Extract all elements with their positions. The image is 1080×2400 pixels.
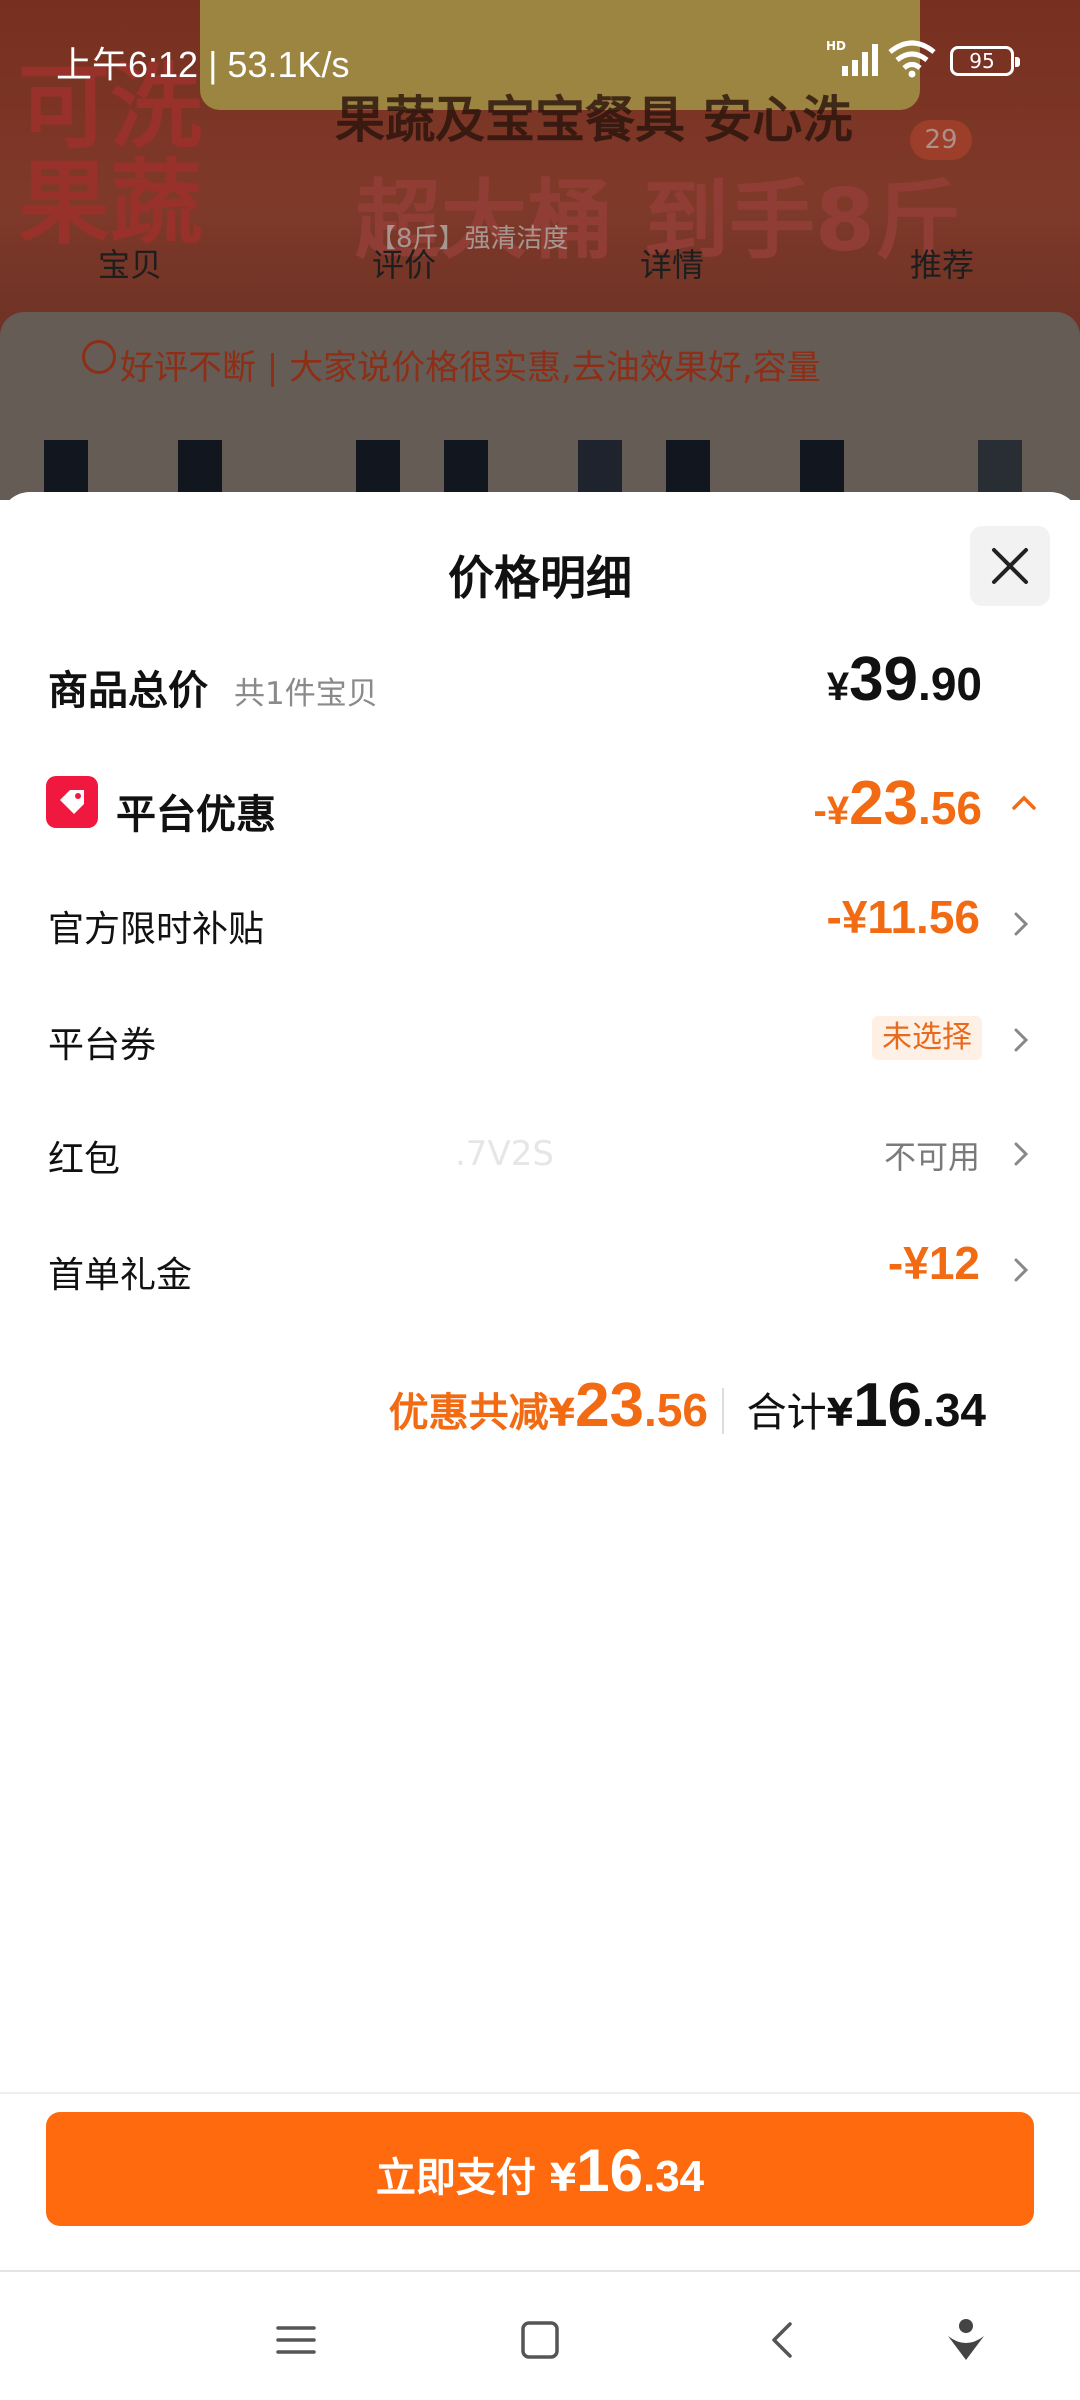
total-price-sub: 共1件宝贝 xyxy=(234,676,378,712)
official-subsidy-label: 官方限时补贴 xyxy=(48,909,265,950)
status-time: 上午6:12 | 53.1K/s xyxy=(56,44,350,85)
chevron-right-icon[interactable] xyxy=(1008,1026,1032,1054)
nav-divider xyxy=(0,2270,1080,2272)
hd-signal-icon: HD xyxy=(826,39,878,76)
wifi-icon xyxy=(888,40,936,78)
first-order-gift-value: -¥12 xyxy=(887,1237,980,1289)
chevron-up-icon[interactable] xyxy=(1010,788,1038,816)
platform-discount-value: -¥23.56 xyxy=(813,769,983,838)
home-icon[interactable] xyxy=(510,2310,570,2370)
battery-icon: 95 xyxy=(950,46,1020,76)
assistant-icon[interactable] xyxy=(936,2310,996,2370)
row-platform-discount[interactable]: 平台优惠 -¥23.56 xyxy=(0,764,1080,844)
official-subsidy-value: -¥11.56 xyxy=(826,891,980,943)
price-summary: 优惠共减¥23.56 合计¥16.34 xyxy=(0,1362,1080,1452)
tag-icon xyxy=(46,776,98,828)
close-button[interactable] xyxy=(970,526,1050,606)
svg-text:HD: HD xyxy=(826,39,846,53)
screen: 可洗 果蔬 果蔬及宝宝餐具 安心洗 超大桶 到手8斤 【8斤】强清洁度 29 宝… xyxy=(0,0,1080,2400)
first-order-gift-label: 首单礼金 xyxy=(48,1255,193,1296)
row-first-order-gift[interactable]: 首单礼金 -¥12 xyxy=(0,1228,1080,1308)
footer-divider xyxy=(0,2092,1080,2094)
chevron-right-icon[interactable] xyxy=(1008,1256,1032,1284)
row-total-price: 商品总价 共1件宝贝 ¥39.90 xyxy=(0,640,1080,720)
total-discount: 优惠共减¥23.56 xyxy=(388,1371,708,1440)
pay-now-label: 立即支付 ¥16.34 xyxy=(375,2137,705,2204)
red-packet-label: 红包 xyxy=(48,1139,121,1180)
red-packet-status: 不可用 xyxy=(883,1138,980,1176)
status-bar: 上午6:12 | 53.1K/s HD 95 xyxy=(0,0,1080,96)
platform-coupon-label: 平台券 xyxy=(48,1025,157,1066)
row-official-subsidy[interactable]: 官方限时补贴 -¥11.56 xyxy=(0,882,1080,962)
grand-total: 合计¥16.34 xyxy=(746,1371,986,1440)
chevron-right-icon[interactable] xyxy=(1008,1140,1032,1168)
summary-divider xyxy=(722,1388,724,1434)
pay-now-button[interactable]: 立即支付 ¥16.34 xyxy=(46,2112,1034,2226)
close-icon xyxy=(992,548,1028,584)
back-icon[interactable] xyxy=(754,2310,814,2370)
platform-discount-label: 平台优惠 xyxy=(116,792,276,838)
watermark-text: .7V2S xyxy=(455,1134,554,1174)
row-platform-coupon[interactable]: 平台券 未选择 xyxy=(0,998,1080,1078)
sheet-title: 价格明细 xyxy=(448,551,632,605)
chevron-right-icon[interactable] xyxy=(1008,910,1032,938)
menu-icon[interactable] xyxy=(266,2310,326,2370)
total-price-value: ¥39.90 xyxy=(826,645,982,714)
row-red-packet[interactable]: 红包 .7V2S 不可用 xyxy=(0,1112,1080,1192)
total-price-label: 商品总价 xyxy=(48,668,208,714)
system-nav-bar xyxy=(0,2270,1080,2400)
coupon-status-badge: 未选择 xyxy=(872,1016,982,1060)
